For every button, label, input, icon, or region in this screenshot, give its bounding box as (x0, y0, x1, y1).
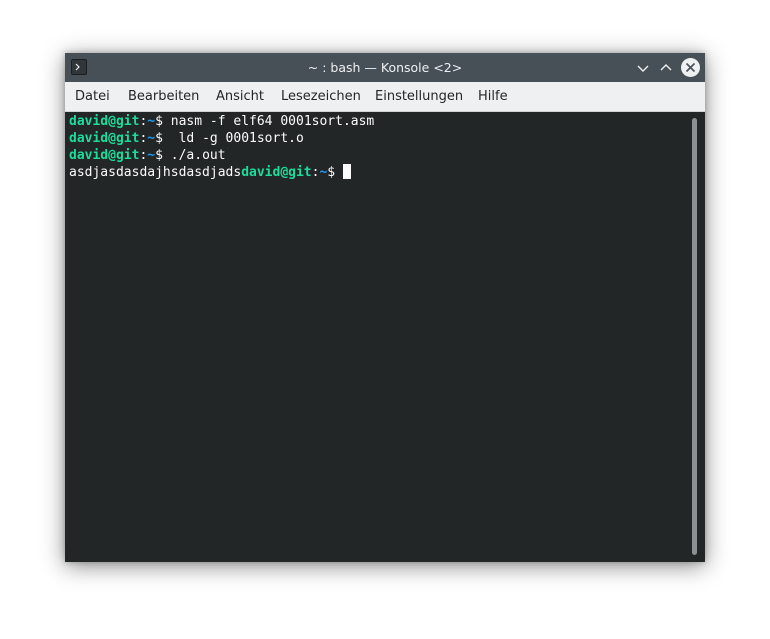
window-title: ~ : bash — Konsole <2> (307, 60, 463, 75)
chevron-down-icon (637, 65, 649, 72)
prompt-symbol: $ (155, 131, 171, 146)
terminal-line: david@git:~$ ld -g 0001sort.o (69, 130, 304, 147)
prompt-symbol: $ (155, 148, 171, 163)
chevron-up-icon (660, 64, 672, 71)
close-button[interactable] (681, 58, 700, 77)
prompt-user: david@git (69, 131, 140, 146)
command-text: ld -g 0001sort.o (170, 131, 304, 146)
prompt-user: david@git (69, 148, 140, 163)
prompt-path: ~ (147, 114, 156, 129)
terminal-line: asdjasdasdajhsdasdjadsdavid@git:~$ (69, 164, 351, 181)
terminal-line: david@git:~$ nasm -f elf64 0001sort.asm (69, 113, 374, 130)
prompt-user: david@git (69, 114, 140, 129)
terminal-view[interactable]: david@git:~$ nasm -f elf64 0001sort.asm … (65, 112, 705, 562)
prompt-path: ~ (147, 131, 156, 146)
prompt-symbol: $ (155, 114, 171, 129)
konsole-window: ~ : bash — Konsole <2> Datei Bearbeiten … (65, 53, 705, 562)
menu-lesezeichen[interactable]: Lesezeichen (281, 82, 361, 112)
maximize-button[interactable] (657, 59, 675, 77)
text-cursor (342, 164, 351, 179)
menu-ansicht[interactable]: Ansicht (216, 82, 264, 112)
prompt-user: david@git (241, 165, 312, 180)
terminal-line: david@git:~$ ./a.out (69, 147, 226, 164)
minimize-button[interactable] (634, 59, 652, 77)
title-bar[interactable]: ~ : bash — Konsole <2> (65, 53, 705, 82)
vertical-scrollbar[interactable] (692, 118, 697, 555)
menu-bearbeiten[interactable]: Bearbeiten (128, 82, 199, 112)
command-text: nasm -f elf64 0001sort.asm (170, 114, 375, 129)
menu-einstellungen[interactable]: Einstellungen (375, 82, 463, 112)
prompt-path: ~ (147, 148, 156, 163)
menu-bar: Datei Bearbeiten Ansicht Lesezeichen Ein… (65, 82, 705, 112)
command-text: ./a.out (170, 148, 226, 163)
program-output: asdjasdasdajhsdasdjads (69, 165, 242, 180)
close-icon (685, 62, 696, 73)
menu-hilfe[interactable]: Hilfe (478, 82, 508, 112)
menu-datei[interactable]: Datei (75, 82, 110, 112)
prompt-symbol: $ (327, 165, 343, 180)
